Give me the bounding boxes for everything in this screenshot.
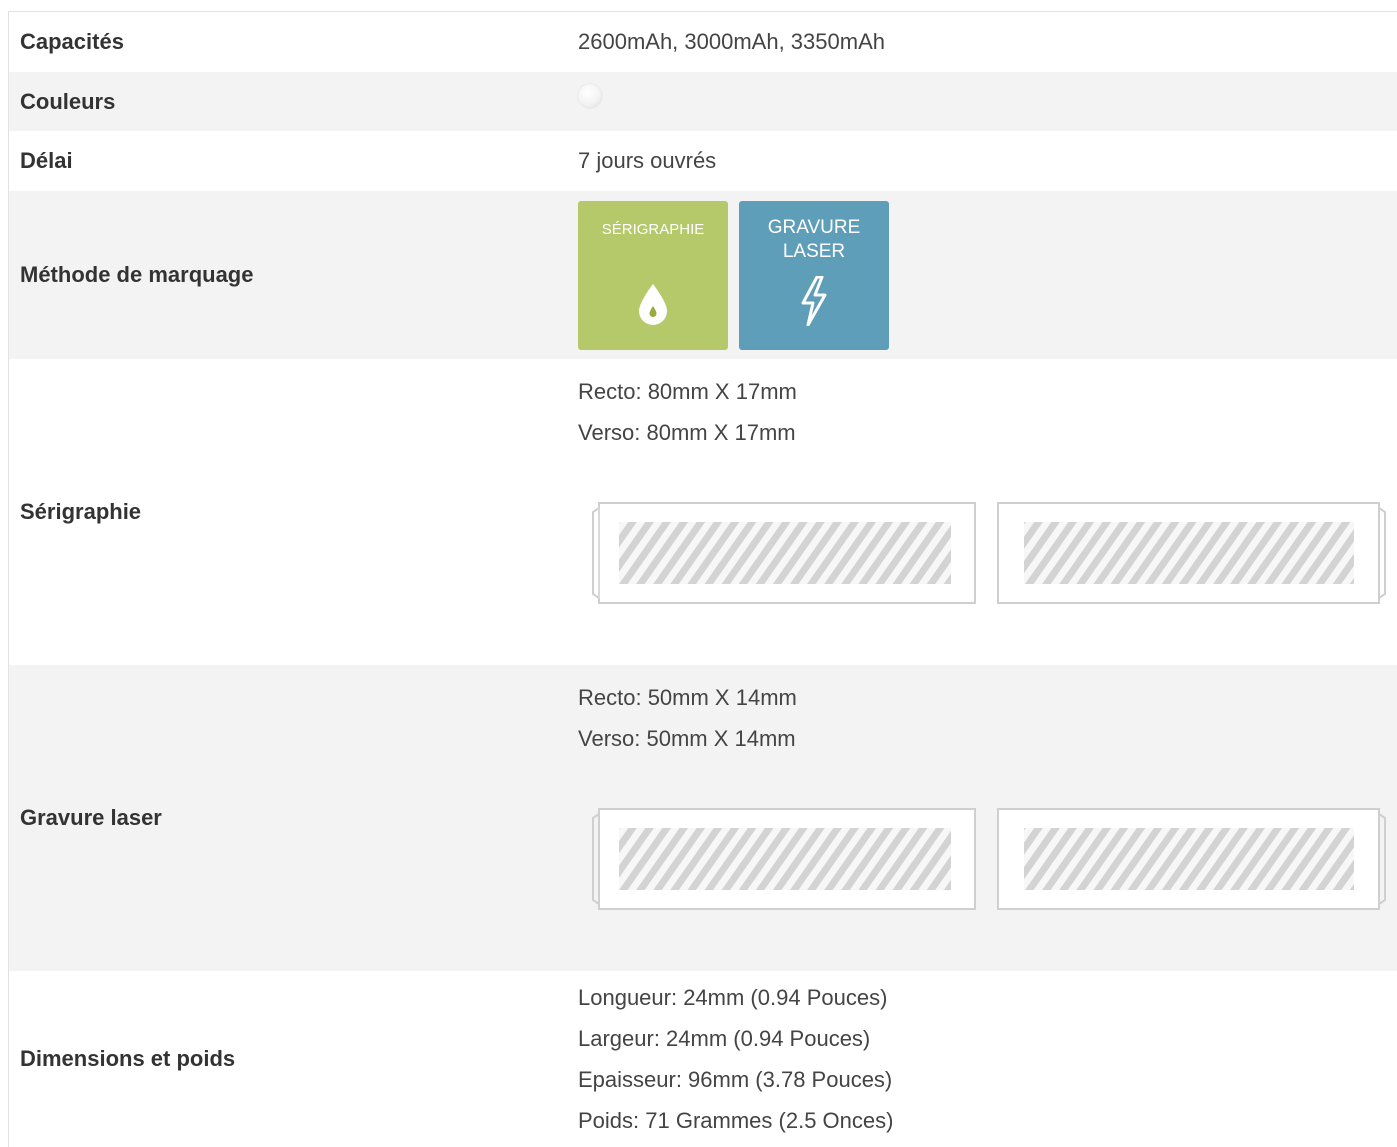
spec-value-dimensions: Longueur: 24mm (0.94 Pouces) Largeur: 24…: [578, 971, 1397, 1147]
spec-row-delay: Délai 7 jours ouvrés: [9, 131, 1397, 191]
spec-value-delay: 7 jours ouvrés: [578, 148, 717, 173]
screen-print-verso: Verso: 80mm X 17mm: [578, 420, 796, 445]
spec-row-colors: Couleurs: [9, 72, 1397, 131]
spec-row-screen-print: Sérigraphie Recto: 80mm X 17mm Verso: 80…: [9, 359, 1397, 665]
spec-label-dimensions: Dimensions et poids: [20, 1046, 236, 1071]
spec-label-colors: Couleurs: [20, 88, 116, 114]
spec-label-delay: Délai: [20, 148, 73, 173]
lightning-icon: [800, 275, 828, 332]
laser-verso: Verso: 50mm X 14mm: [578, 726, 796, 751]
spec-row-marking-method: Méthode de marquage SÉRIGRAPHIE GRAVURE L…: [9, 191, 1397, 359]
screen-print-recto-mockup: [592, 502, 976, 604]
spec-label-marking-method: Méthode de marquage: [20, 262, 254, 287]
dimension-weight: Poids: 71 Grammes (2.5 Onces): [578, 1108, 894, 1133]
marking-method-laser-label: GRAVURE LASER: [767, 216, 861, 262]
laser-recto: Recto: 50mm X 14mm: [578, 685, 797, 710]
screen-print-dimensions: Recto: 80mm X 17mm Verso: 80mm X 17mm: [578, 371, 797, 453]
spec-row-laser: Gravure laser Recto: 50mm X 14mm Verso: …: [9, 665, 1397, 971]
dimension-length: Longueur: 24mm (0.94 Pouces): [578, 985, 888, 1010]
marking-method-screen-print-label: SÉRIGRAPHIE: [601, 220, 705, 238]
marking-method-screen-print[interactable]: SÉRIGRAPHIE: [578, 200, 728, 350]
color-swatch-white[interactable]: [578, 83, 602, 108]
screen-print-verso-mockup: [997, 502, 1386, 604]
dimension-thickness: Epaisseur: 96mm (3.78 Pouces): [578, 1067, 893, 1092]
marking-method-laser[interactable]: GRAVURE LASER: [739, 200, 889, 350]
laser-verso-mockup: [997, 808, 1386, 910]
spec-value-colors: [578, 72, 1397, 131]
laser-recto-mockup: [592, 808, 976, 910]
laser-dimensions: Recto: 50mm X 14mm Verso: 50mm X 14mm: [578, 677, 797, 759]
spec-value-laser: Recto: 50mm X 14mm Verso: 50mm X 14mm: [578, 665, 1397, 971]
spec-row-dimensions: Dimensions et poids Longueur: 24mm (0.94…: [9, 971, 1397, 1147]
spec-row-capacities: Capacités 2600mAh, 3000mAh, 3350mAh: [9, 12, 1397, 72]
product-specs-table: Capacités 2600mAh, 3000mAh, 3350mAh Coul…: [8, 11, 1397, 1147]
spec-value-screen-print: Recto: 80mm X 17mm Verso: 80mm X 17mm: [578, 359, 1397, 665]
spec-label-laser: Gravure laser: [20, 805, 162, 830]
spec-label-screen-print: Sérigraphie: [20, 499, 142, 524]
marking-methods: SÉRIGRAPHIE GRAVURE LASER: [578, 200, 889, 350]
dimension-width: Largeur: 24mm (0.94 Pouces): [578, 1026, 871, 1051]
spec-value-capacities: 2600mAh, 3000mAh, 3350mAh: [578, 29, 885, 54]
screen-print-recto: Recto: 80mm X 17mm: [578, 379, 797, 404]
drop-icon: [637, 282, 669, 332]
spec-value-marking-method: SÉRIGRAPHIE GRAVURE LASER: [578, 191, 1397, 359]
dimensions-list: Longueur: 24mm (0.94 Pouces) Largeur: 24…: [578, 977, 893, 1141]
spec-label-capacities: Capacités: [20, 29, 124, 54]
